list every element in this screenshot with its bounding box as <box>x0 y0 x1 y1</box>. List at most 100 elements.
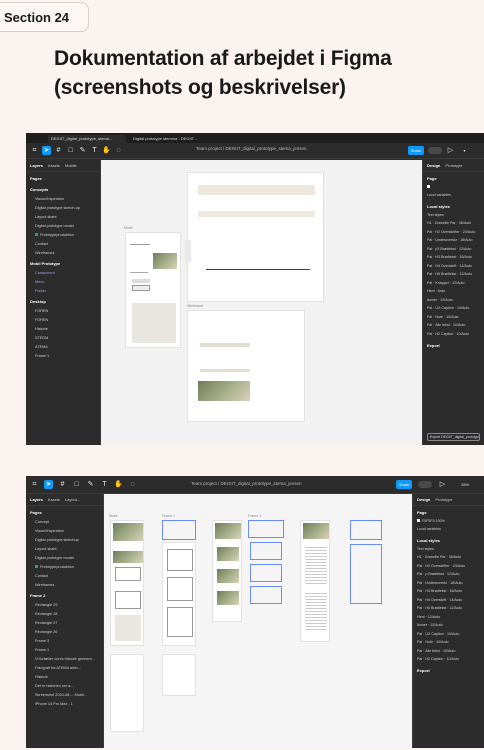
hand-tool-icon[interactable]: ✋ <box>114 480 123 489</box>
shape-tool-icon[interactable]: □ <box>72 480 81 489</box>
layer-item[interactable]: ATEMA <box>26 342 100 351</box>
text-style-item[interactable]: Pal · H2 Overskrifter · 24/Auto <box>413 562 484 571</box>
text-style-item[interactable]: H1 · Granville Par · 36/Auto <box>423 220 484 229</box>
layer-item[interactable]: Layout skabt <box>26 212 100 221</box>
frame-tool-icon[interactable]: # <box>58 480 67 489</box>
layer-item[interactable]: Rectangle 28 <box>26 609 103 618</box>
article-frame[interactable] <box>300 520 330 642</box>
tab-design[interactable]: Design <box>417 497 430 502</box>
text-tool-icon[interactable]: T <box>90 146 99 155</box>
file-breadcrumb[interactable]: Team project / DEGIIT_digital_prototype_… <box>191 481 302 486</box>
tab-layers[interactable]: Layers <box>30 497 43 502</box>
design-canvas[interactable]: Mobil Frame 2 Frame 1 <box>104 494 412 748</box>
page-color-row[interactable] <box>423 183 484 192</box>
layer-item[interactable]: Prototypeproduktion <box>26 230 100 239</box>
local-variables-row[interactable]: Local variables <box>423 192 484 201</box>
desktop-frame[interactable] <box>187 172 324 302</box>
layer-item[interactable]: Menu <box>26 277 100 286</box>
tab-layout[interactable]: Layout... <box>65 497 80 502</box>
layer-item[interactable]: Rectangle 26 <box>26 627 103 636</box>
dev-mode-toggle[interactable] <box>418 481 432 488</box>
share-button[interactable]: Share <box>396 480 412 489</box>
comment-tool-icon[interactable]: ◌ <box>114 146 123 155</box>
design-canvas[interactable]: Mobil Wireframe <box>101 160 422 445</box>
layer-item[interactable]: Screenshot 2024-08-... Mobil... <box>26 690 103 699</box>
text-style-item[interactable]: Pal · p3 Brødtekst · 12/Auto <box>423 245 484 254</box>
text-style-item[interactable]: Pal · Note · 10/Auto <box>423 313 484 322</box>
layer-item[interactable]: Fotografi fra ATEMA arkiv... <box>26 663 103 672</box>
layer-item[interactable]: FOREN <box>26 315 100 324</box>
text-tool-icon[interactable]: T <box>100 480 109 489</box>
tab-mobile[interactable]: Mobile <box>65 163 77 168</box>
layer-item[interactable]: Layout skabt <box>26 544 103 553</box>
text-style-item[interactable]: Pal · UX Caption · 10/Auto <box>413 630 484 639</box>
layer-item[interactable]: Vi fortæller vores historie gennem... <box>26 654 103 663</box>
selected-frame[interactable] <box>350 544 382 604</box>
local-variables-row[interactable]: Local variables <box>413 526 484 535</box>
tab-prototype[interactable]: Prototype <box>445 163 462 168</box>
move-tool-icon[interactable]: ➤ <box>42 146 51 155</box>
layer-item[interactable]: Frame 1 <box>26 645 103 654</box>
text-style-item[interactable]: Pal · H2 Caption · 10/Auto <box>413 656 484 665</box>
selected-frame[interactable] <box>162 520 196 540</box>
main-menu-icon[interactable]: ⌗ <box>30 480 39 489</box>
text-style-item[interactable]: Pal · H3 Brødtekst · 16/Auto <box>413 588 484 597</box>
layer-item[interactable]: Digital prototype model <box>26 221 100 230</box>
layer-item[interactable]: Component <box>26 268 100 277</box>
text-style-item[interactable]: Pal · H3 Brødtekst · 16/Auto <box>423 254 484 263</box>
tab-layers[interactable]: Layers <box>30 163 43 168</box>
layer-item[interactable]: Rectangle 25 <box>26 600 103 609</box>
layer-item[interactable]: Wireframes <box>26 248 100 257</box>
mobile-frame-2[interactable] <box>110 654 144 732</box>
selected-frame[interactable] <box>250 542 282 560</box>
wireframe-frame[interactable] <box>187 310 305 422</box>
layer-group[interactable]: Desktop <box>26 295 100 306</box>
text-style-item[interactable]: Pal · Alle tekst · 10/Auto <box>423 322 484 331</box>
text-style-item[interactable]: Pal · H4 Overskrift · 14/Auto <box>413 596 484 605</box>
text-style-item[interactable]: Pal · Underoverskr · 18/Auto <box>423 237 484 246</box>
pen-tool-icon[interactable]: ✎ <box>86 480 95 489</box>
text-style-item[interactable]: Pal · H2 Overskrifter · 24/Auto <box>423 228 484 237</box>
text-style-item[interactable]: Hent · 12/Auto <box>413 613 484 622</box>
text-style-item[interactable]: Pal · Note · 10/Auto <box>413 639 484 648</box>
desktop-frame[interactable] <box>212 520 242 622</box>
mobile-frame[interactable] <box>110 520 144 646</box>
text-style-item[interactable]: Pal · Alle tekst · 10/Auto <box>413 647 484 656</box>
layer-group[interactable]: Concepts <box>26 183 100 194</box>
layer-item[interactable]: Historie <box>26 324 100 333</box>
browser-tab-active[interactable]: DEGIIT_digital_prototype_stema... <box>48 135 126 143</box>
text-style-item[interactable]: Pal · H5 Brødtekst · 12/Auto <box>423 271 484 280</box>
play-icon[interactable]: ▷ <box>446 146 455 155</box>
layer-item[interactable]: FOREN <box>26 306 100 315</box>
page-color-row[interactable]: F5F5F5 100% <box>413 517 484 526</box>
tab-prototype[interactable]: Prototype <box>435 497 452 502</box>
text-style-item[interactable]: Pal · p Brødtekst · 12/Auto <box>413 571 484 580</box>
text-style-item[interactable]: Pal · H4 Overskrift · 14/Auto <box>423 262 484 271</box>
text-style-item[interactable]: Pal · H2 Caption · 10/Auto <box>423 330 484 339</box>
layer-item[interactable]: iPhone 14 Pro Max - 1 <box>26 699 103 708</box>
tab-assets[interactable]: Assets <box>48 163 60 168</box>
hand-tool-icon[interactable]: ✋ <box>102 146 111 155</box>
layer-group[interactable]: Mobil Prototype <box>26 257 100 268</box>
file-breadcrumb[interactable]: Team project / DEGIIT_digital_prototype_… <box>196 146 307 151</box>
layer-item[interactable]: Vision/Inspiration <box>26 526 103 535</box>
text-style-item[interactable]: Hent · Auto <box>423 288 484 297</box>
zoom-control[interactable]: 15% <box>458 480 472 489</box>
share-button[interactable]: Share <box>408 146 424 155</box>
layer-item[interactable]: Contact <box>26 239 100 248</box>
tab-design[interactable]: Design <box>427 163 440 168</box>
layer-group[interactable]: Frame 2 <box>26 589 103 600</box>
layer-item[interactable]: Frame 1 <box>26 351 100 360</box>
pen-tool-icon[interactable]: ✎ <box>78 146 87 155</box>
layer-item[interactable]: Historie <box>26 672 103 681</box>
layer-item[interactable]: Vision/Inspiration <box>26 194 100 203</box>
text-style-item[interactable]: Pal · H5 Brødtekst · 12/Auto <box>413 605 484 614</box>
play-icon[interactable]: ▷ <box>438 480 447 489</box>
move-tool-icon[interactable]: ➤ <box>44 480 53 489</box>
export-button[interactable]: Export DEGIIT_digital_prototype... <box>427 433 480 441</box>
text-style-item[interactable]: Ikoner · 12/Auto <box>413 622 484 631</box>
text-style-item[interactable]: Pal · Knapper · 12/Auto <box>423 279 484 288</box>
browser-tab[interactable]: Digital prototype stemma - DEGIIT... <box>130 135 208 143</box>
layer-item[interactable]: Frame 3 <box>26 636 103 645</box>
layer-item[interactable]: Footer <box>26 286 100 295</box>
